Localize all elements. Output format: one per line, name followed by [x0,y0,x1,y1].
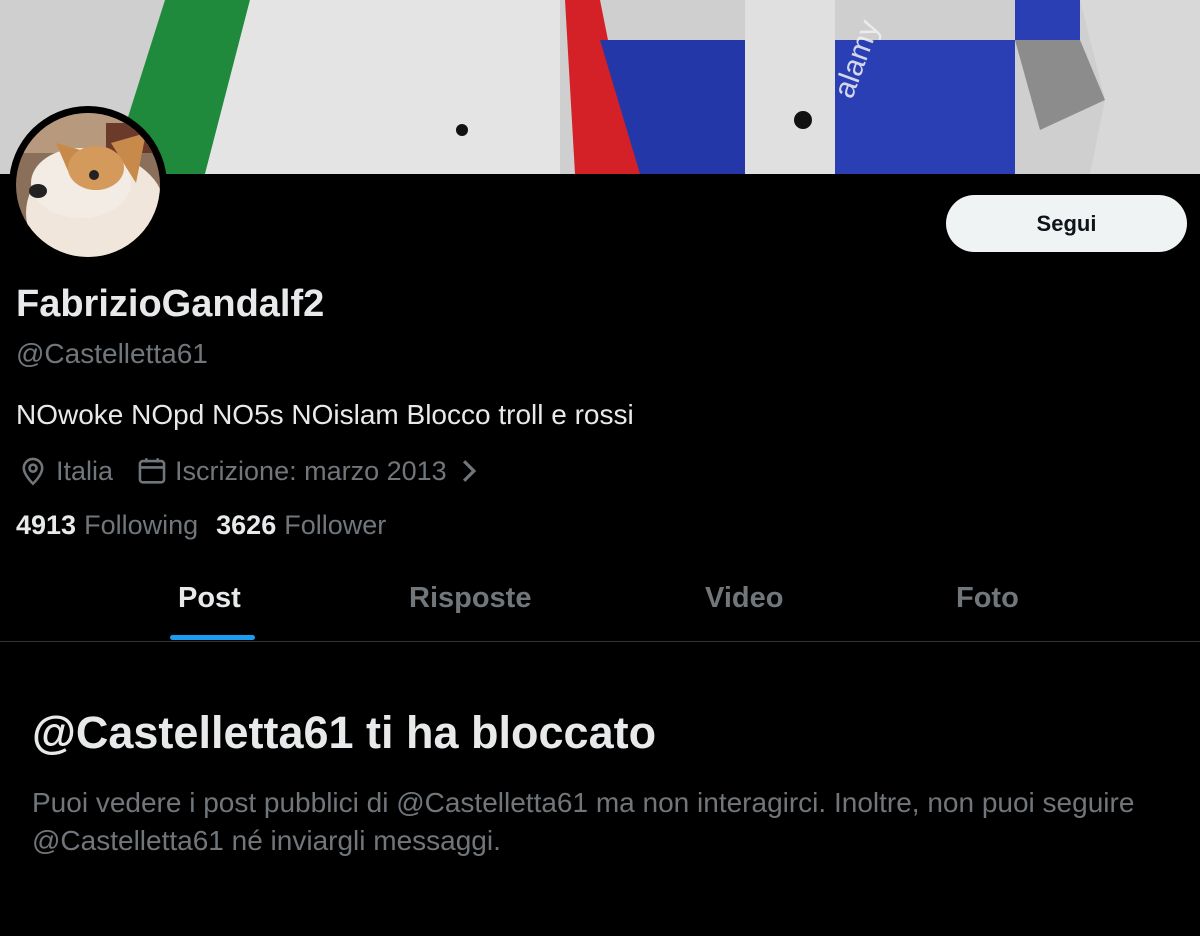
profile-avatar[interactable] [9,106,167,264]
follower-stat[interactable]: 3626 Follower [216,510,386,541]
profile-stats: 4913 Following 3626 Follower [16,510,404,541]
tab-post[interactable]: Post [178,582,241,615]
profile-banner[interactable]: alamy [0,0,1200,174]
location-text: Italia [56,455,114,486]
profile-meta: Italia Iscrizione: marzo 2013 [16,451,501,491]
follow-button[interactable]: Segui [946,195,1187,252]
tab-video[interactable]: Video [705,582,783,615]
flag-white [205,0,560,174]
follower-label: Follower [284,510,387,540]
joined-text: Iscrizione: marzo 2013 [175,455,447,486]
chevron-right-icon [459,458,479,484]
profile-bio: NOwoke NOpd NO5s NOislam Blocco troll e … [16,399,634,430]
blocked-description: Puoi vedere i post pubblici di @Castelle… [32,787,1135,856]
profile-handle: @Castelletta61 [16,338,208,369]
joined-item[interactable]: Iscrizione: marzo 2013 [135,454,479,488]
location-item: Italia [16,454,113,488]
active-tab-indicator [170,635,255,640]
tab-risposte[interactable]: Risposte [409,582,531,615]
blocked-title: @Castelletta61 ti ha bloccato [32,707,657,758]
following-label: Following [84,510,199,540]
following-stat[interactable]: 4913 Following [16,510,198,541]
banner-image: alamy [0,0,1200,174]
profile-tabs: Post Risposte Video Foto [0,572,1200,642]
following-count: 4913 [16,510,77,540]
tab-foto[interactable]: Foto [956,582,1019,615]
calendar-icon [135,454,169,488]
location-pin-icon [16,454,50,488]
display-name: FabrizioGandalf2 [16,283,325,325]
follower-count: 3626 [216,510,277,540]
avatar-photo [16,113,160,257]
